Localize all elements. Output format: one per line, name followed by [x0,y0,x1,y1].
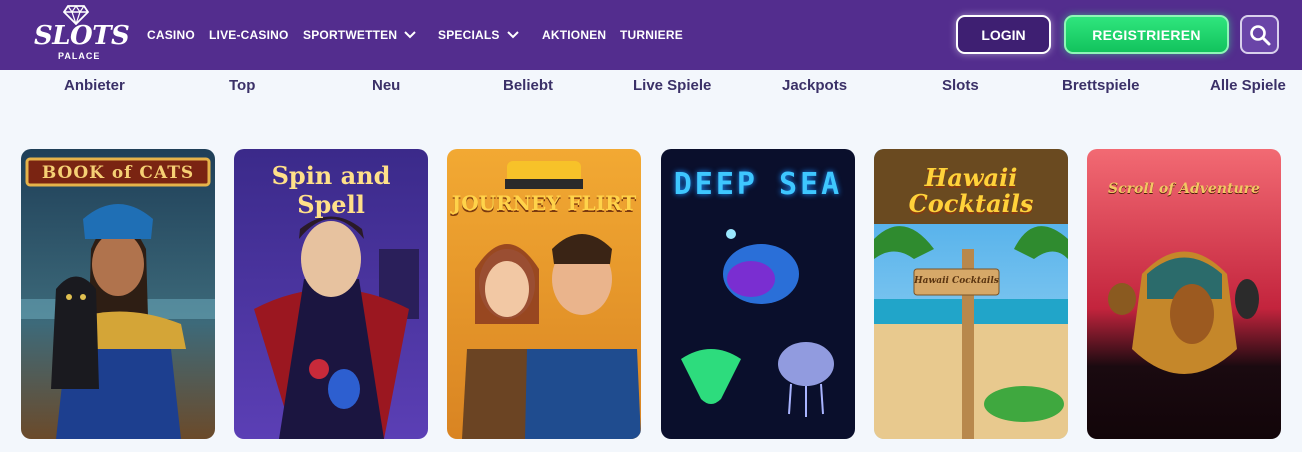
category-live-spiele[interactable]: Live Spiele [633,77,711,94]
game-title: Scroll of Adventure [1108,181,1260,197]
chevron-down-icon [404,31,416,39]
game-tile-deep-sea[interactable]: DEEP SEA [661,149,855,439]
nav-sportwetten-label: SPORTWETTEN [303,28,398,42]
nav-casino[interactable]: CASINO [147,26,195,44]
category-top[interactable]: Top [229,77,255,94]
game-title: DEEP SEA [673,167,843,202]
game-title: Spin and Spell [271,161,391,219]
nav-specials-label: SPECIALS [438,28,500,42]
game-title: JOURNEY FLIRT [451,191,637,215]
nav-live-casino[interactable]: LIVE-CASINO [209,26,289,44]
category-beliebt[interactable]: Beliebt [503,77,553,94]
category-slots[interactable]: Slots [942,77,979,94]
category-anbieter[interactable]: Anbieter [64,77,125,94]
register-button[interactable]: REGISTRIEREN [1064,15,1229,54]
game-artwork [21,149,215,439]
game-title: BOOK of CATS [41,163,195,183]
logo-text: SLOTS [34,21,130,51]
login-button[interactable]: LOGIN [956,15,1051,54]
game-tile-scroll-of-adventure[interactable]: Scroll of Adventure [1087,149,1281,439]
game-tile-book-of-cats[interactable]: BOOK of CATS [21,149,215,439]
game-tile-journey-flirt[interactable]: JOURNEY FLIRT [447,149,641,439]
category-brettspiele[interactable]: Brettspiele [1062,77,1140,94]
nav-turniere[interactable]: TURNIERE [620,26,683,44]
search-button[interactable] [1240,15,1279,54]
slots-palace-logo[interactable]: SLOTS PALACE [30,5,130,65]
game-tile-hawaii-cocktails[interactable]: Hawaii Cocktails Hawaii Cocktails [874,149,1068,439]
search-icon [1249,24,1270,45]
nav-aktionen-label: AKTIONEN [542,28,607,42]
game-tile-spin-and-spell[interactable]: Spin and Spell [234,149,428,439]
nav-live-casino-label: LIVE-CASINO [209,28,289,42]
nav-turniere-label: TURNIERE [620,28,683,42]
nav-aktionen[interactable]: AKTIONEN [542,26,606,44]
game-title: Hawaii Cocktails [908,163,1034,218]
top-header: SLOTS PALACE CASINO LIVE-CASINO SPORTWET… [0,0,1302,70]
nav-specials[interactable]: SPECIALS [438,26,520,44]
category-jackpots[interactable]: Jackpots [782,77,847,94]
nav-sportwetten[interactable]: SPORTWETTEN [303,26,417,44]
logo-subtext: PALACE [58,51,101,61]
category-neu[interactable]: Neu [372,77,400,94]
sign-text: Hawaii Cocktails [914,276,999,286]
chevron-down-icon [506,31,519,39]
category-alle-spiele[interactable]: Alle Spiele [1210,77,1286,94]
nav-casino-label: CASINO [147,28,195,42]
